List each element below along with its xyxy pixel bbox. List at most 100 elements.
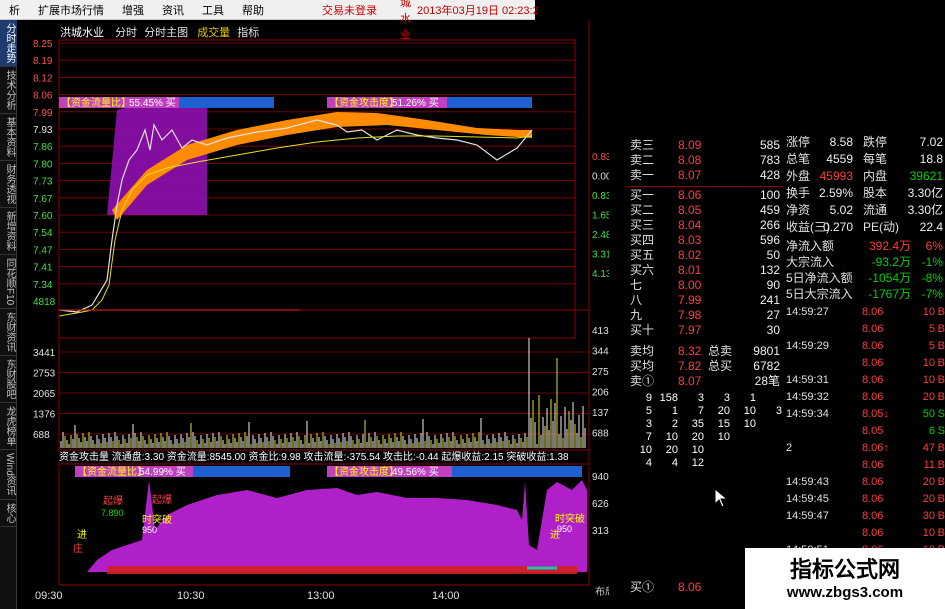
tick-row[interactable]: 8.06 10 B bbox=[784, 356, 945, 371]
tick-row[interactable]: 14:59:47 8.06 30 B bbox=[784, 509, 945, 524]
summary-value: 28笔 bbox=[754, 374, 780, 388]
orderbook-label: 九 bbox=[630, 308, 643, 322]
tab-new-info[interactable]: 新增资料 bbox=[0, 208, 17, 255]
tick-row[interactable]: 14:59:32 8.06 20 B bbox=[784, 390, 945, 405]
orderbook-row[interactable]: 卖二 8.08 783 bbox=[628, 153, 784, 168]
tick-price: 8.05↓ bbox=[862, 408, 889, 420]
stats-value2: 18.8 bbox=[919, 152, 943, 166]
tab-financial[interactable]: 财务透视 bbox=[0, 161, 17, 208]
watermark-url: www.zbgs3.com bbox=[786, 584, 904, 601]
tab-intraday[interactable]: 分时走势 bbox=[0, 20, 17, 67]
pct-tick-label: 3.31% bbox=[592, 250, 609, 261]
summary-value: 9801 bbox=[753, 344, 780, 358]
tab-eastmoney-forum[interactable]: 东财股吧 bbox=[0, 356, 17, 404]
broker-queue-cell: 10 bbox=[665, 431, 678, 443]
tab-basic-info[interactable]: 基本资料 bbox=[0, 114, 17, 161]
tick-row[interactable]: 14:59:34 8.05↓ 50 S bbox=[784, 407, 945, 422]
tick-row[interactable]: 14:59:27 8.06 10 B bbox=[784, 305, 945, 320]
capital-flow-area bbox=[87, 480, 587, 572]
login-status[interactable]: 交易未登录 bbox=[313, 2, 386, 18]
tab-core[interactable]: 核心 bbox=[0, 500, 17, 528]
tab-f10[interactable]: 同花顺F10 bbox=[0, 255, 17, 310]
intraday-chart[interactable]: 8.25 8.19 8.12 8.06 7.99 7.93 7.86 7.80 7.73 7.67… bbox=[17, 20, 609, 609]
buy1-label: 买① bbox=[630, 580, 655, 594]
orderbook-row[interactable]: 卖一 8.07 428 bbox=[628, 168, 784, 183]
orderbook-row[interactable]: 七 8.00 90 bbox=[628, 278, 784, 293]
orderbook-row[interactable]: 九 7.98 27 bbox=[628, 308, 784, 323]
broker-queue-cell: 3 bbox=[697, 392, 704, 404]
orderbook-label: 买四 bbox=[630, 233, 655, 247]
flow-amount: -1767万 bbox=[868, 287, 911, 301]
menu-item-ext-market[interactable]: 扩展市场行情 bbox=[29, 2, 113, 18]
tick-row[interactable]: 14:59:29 8.06 5 B bbox=[784, 339, 945, 354]
stats-value2: 3.30亿 bbox=[907, 186, 943, 200]
orderbook-row[interactable]: 买十 7.97 30 bbox=[628, 323, 784, 338]
tab-dragon-tiger[interactable]: 龙虎榜单 bbox=[0, 403, 17, 451]
broker-queue-cell: 2 bbox=[671, 418, 678, 430]
tick-row[interactable]: 8.05 6 S bbox=[784, 424, 945, 439]
stats-value: 2.59% bbox=[818, 186, 853, 200]
volume-tick-label-right: 3441 bbox=[592, 347, 609, 358]
tick-time: 14:59:45 bbox=[786, 493, 829, 505]
orderbook-label: 买六 bbox=[630, 263, 655, 277]
tick-row[interactable]: 8.06 10 B bbox=[784, 526, 945, 541]
orderbook-row[interactable]: 卖三 8.09 585 bbox=[628, 138, 784, 153]
orderbook-summary-row: 卖① 8.07 28笔 bbox=[628, 374, 784, 389]
flow-pct: -1% bbox=[921, 255, 943, 269]
marker-qibao2: 起爆 bbox=[152, 494, 172, 506]
orderbook-price: 8.05 bbox=[678, 203, 702, 217]
tick-volume: 20 bbox=[922, 493, 935, 505]
pct-tick-label: 1.65% bbox=[592, 211, 609, 222]
flow-label: 净流入额 bbox=[786, 239, 835, 253]
menu-item-analysis[interactable]: 析 bbox=[0, 2, 29, 18]
orderbook-row[interactable]: 买三 8.04 266 bbox=[628, 218, 784, 233]
orderbook-summary-row: 卖均 8.32 总卖 9801 bbox=[628, 344, 784, 359]
orderbook-row[interactable]: 买一 8.06 100 bbox=[628, 188, 784, 203]
orderbook-row[interactable]: 买六 8.01 132 bbox=[628, 263, 784, 278]
menu-item-tools[interactable]: 工具 bbox=[193, 2, 233, 18]
tick-volume: 20 bbox=[922, 476, 935, 488]
tick-row[interactable]: 8.06 11 B bbox=[784, 458, 945, 473]
tick-row[interactable]: 14:59:31 8.06 10 B bbox=[784, 373, 945, 388]
stats-label2: PE(动) bbox=[863, 220, 900, 234]
tab-wind[interactable]: Wind资讯 bbox=[0, 450, 17, 501]
summary-label: 买均 bbox=[630, 359, 655, 373]
orderbook-row[interactable]: 买五 8.02 50 bbox=[628, 248, 784, 263]
orderbook-volume: 783 bbox=[759, 153, 780, 167]
menu-item-help[interactable]: 帮助 bbox=[233, 2, 273, 18]
tick-row[interactable]: 8.06 5 B bbox=[784, 322, 945, 337]
menu-item-enhance[interactable]: 增强 bbox=[113, 2, 153, 18]
broker-queue-cell: 3 bbox=[723, 392, 730, 404]
stats-label2: 流通 bbox=[863, 203, 888, 217]
volume-grid bbox=[59, 351, 589, 435]
orderbook-row[interactable]: 买四 8.03 596 bbox=[628, 233, 784, 248]
menu-item-news[interactable]: 资讯 bbox=[153, 2, 193, 18]
tick-row[interactable]: 2 8.06↑ 47 B bbox=[784, 441, 945, 456]
flow-amount: -93.2万 bbox=[871, 255, 911, 269]
broker-queue-cell: 12 bbox=[691, 457, 704, 469]
tab-technical[interactable]: 技术分析 bbox=[0, 67, 17, 114]
indicator-tick-label: 9402.36 bbox=[592, 472, 609, 483]
price-axis-left: 8.25 8.19 8.12 8.06 7.99 7.93 7.86 7.80 7.73 7.67… bbox=[33, 39, 56, 308]
tick-row[interactable]: 14:59:45 8.06 20 B bbox=[784, 492, 945, 507]
orderbook-row[interactable]: 买二 8.05 459 bbox=[628, 203, 784, 218]
orderbook-row[interactable]: 八 7.99 241 bbox=[628, 293, 784, 308]
time-tick-label: 13:00 bbox=[307, 590, 335, 602]
volume-tick-label: 2753 bbox=[33, 369, 56, 380]
orderbook-volume: 459 bbox=[759, 203, 780, 217]
orderbook-label: 七 bbox=[630, 278, 643, 292]
indicator-tick-label: 3134.12 bbox=[592, 526, 609, 537]
orderbook-label: 八 bbox=[630, 293, 643, 307]
broker-queue-row: 3 2 35 15 10 bbox=[628, 418, 784, 431]
time-tick-label: 10:30 bbox=[177, 590, 205, 602]
tick-side: B bbox=[937, 357, 945, 369]
orderbook-label: 买一 bbox=[630, 188, 655, 202]
tick-row[interactable]: 14:59:43 8.06 20 B bbox=[784, 475, 945, 490]
price-tick-label: 7.54 bbox=[33, 228, 53, 239]
summary-price: 7.82 bbox=[678, 359, 702, 373]
tick-volume: 5 bbox=[928, 340, 935, 352]
broker-queue-cell: 1 bbox=[671, 405, 678, 417]
price-tick-label: 8.06 bbox=[33, 91, 53, 102]
tab-eastmoney-news[interactable]: 东财资讯 bbox=[0, 309, 17, 357]
orderbook-volume: 266 bbox=[759, 218, 780, 232]
